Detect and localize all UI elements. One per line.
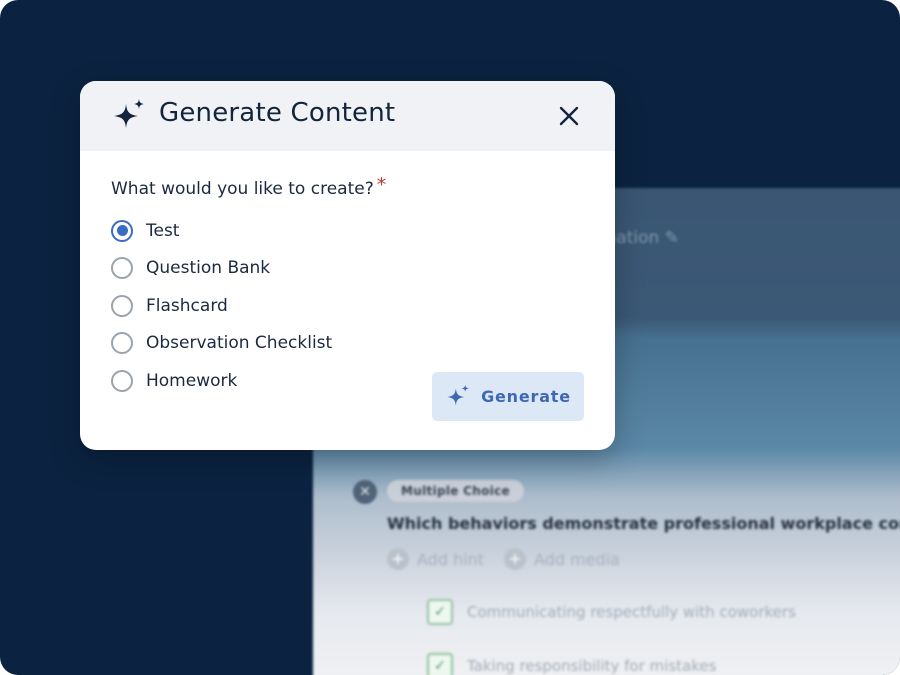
add-media-button[interactable]: + Add media bbox=[504, 548, 620, 570]
answer-text: Communicating respectfully with coworker… bbox=[467, 603, 796, 621]
answer-option[interactable]: ✓ Taking responsibility for mistakes bbox=[427, 653, 716, 675]
close-icon bbox=[559, 106, 579, 126]
radio-button[interactable] bbox=[111, 369, 133, 392]
option-label: Observation Checklist bbox=[146, 333, 333, 354]
question-text: Which behaviors demonstrate professional… bbox=[387, 514, 900, 533]
content-type-radio-group: Test Question Bank Flashcard Observation… bbox=[111, 212, 332, 400]
plus-circle-icon: + bbox=[504, 548, 527, 570]
radio-option-homework[interactable]: Homework bbox=[111, 362, 332, 400]
plus-circle-icon: + bbox=[387, 548, 409, 570]
add-media-label: Add media bbox=[534, 549, 620, 569]
answer-option[interactable]: ✓ Communicating respectfully with cowork… bbox=[427, 599, 796, 625]
radio-option-test[interactable]: Test bbox=[111, 212, 332, 250]
content-type-prompt: What would you like to create? * bbox=[111, 174, 387, 199]
radio-option-flashcard[interactable]: Flashcard bbox=[111, 287, 332, 325]
add-hint-button[interactable]: + Add hint bbox=[387, 548, 484, 570]
option-label: Flashcard bbox=[146, 295, 228, 316]
app-backdrop: nination ✎ ✕ Multiple Choice Which behav… bbox=[0, 0, 900, 675]
answer-text: Taking responsibility for mistakes bbox=[467, 657, 717, 675]
radio-button[interactable] bbox=[111, 332, 133, 355]
option-label: Homework bbox=[146, 370, 238, 391]
radio-option-question-bank[interactable]: Question Bank bbox=[111, 250, 332, 288]
radio-button[interactable] bbox=[111, 257, 133, 280]
option-label: Question Bank bbox=[146, 258, 271, 279]
radio-button-checked[interactable] bbox=[111, 219, 133, 242]
question-type-badge: Multiple Choice bbox=[387, 480, 524, 502]
checkbox-checked-icon[interactable]: ✓ bbox=[427, 599, 453, 625]
sparkle-icon bbox=[447, 384, 469, 406]
close-button[interactable] bbox=[554, 101, 584, 131]
required-marker: * bbox=[376, 174, 387, 196]
question-actions: + Add hint + Add media bbox=[387, 548, 620, 570]
generate-button[interactable]: Generate bbox=[432, 372, 584, 421]
generate-content-dialog: Generate Content What would you like to … bbox=[80, 81, 615, 450]
prompt-label: What would you like to create? bbox=[111, 179, 374, 199]
checkbox-checked-icon[interactable]: ✓ bbox=[427, 653, 453, 675]
radio-button[interactable] bbox=[111, 294, 133, 317]
remove-question-icon[interactable]: ✕ bbox=[353, 480, 377, 504]
option-label: Test bbox=[146, 220, 180, 241]
background-question-card: ✕ Multiple Choice Which behaviors demons… bbox=[353, 478, 900, 675]
generate-button-label: Generate bbox=[481, 387, 571, 406]
radio-option-observation-checklist[interactable]: Observation Checklist bbox=[111, 325, 332, 363]
sparkle-icon bbox=[114, 99, 144, 128]
add-hint-label: Add hint bbox=[417, 549, 485, 569]
dialog-header: Generate Content bbox=[80, 81, 615, 151]
dialog-title: Generate Content bbox=[159, 98, 396, 128]
